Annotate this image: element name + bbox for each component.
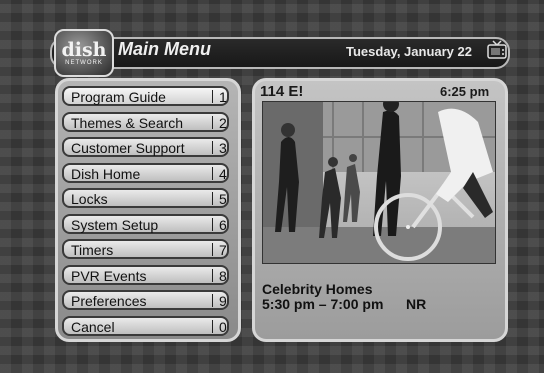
menu-item-divider [212,243,213,256]
logo-text: dish [61,38,107,61]
show-time: 5:30 pm – 7:00 pm [262,296,384,312]
menu-item-customer-support[interactable]: Customer Support 3 [62,137,229,157]
menu-item-preferences[interactable]: Preferences 9 [62,290,229,310]
menu-item-number: 8 [219,268,227,284]
menu-item-label: Dish Home [71,166,141,182]
menu-item-timers[interactable]: Timers 7 [62,239,229,259]
channel-label: 114 E! [260,83,304,100]
logo-subtext: NETWORK [65,59,103,66]
menu-item-divider [212,141,213,154]
current-time: 6:25 pm [440,84,490,99]
menu-item-divider [212,192,213,205]
show-title: Celebrity Homes [262,281,373,297]
menu-item-label: Customer Support [71,140,185,156]
menu-item-divider [212,218,213,231]
menu-item-number: 4 [219,166,227,182]
tv-icon [487,40,507,59]
menu-item-locks[interactable]: Locks 5 [62,188,229,208]
menu-item-number: 6 [219,217,227,233]
menu-item-number: 1 [219,89,227,105]
menu-item-label: Themes & Search [71,115,184,131]
menu-item-label: Cancel [71,319,115,335]
menu-item-number: 7 [219,242,227,258]
menu-item-divider [212,90,213,103]
menu-item-divider [212,320,213,333]
menu-item-themes-search[interactable]: Themes & Search 2 [62,112,229,132]
menu-item-number: 9 [219,293,227,309]
menu-item-number: 2 [219,115,227,131]
menu-item-label: Locks [71,191,108,207]
show-rating: NR [406,296,427,312]
dish-network-logo: dish NETWORK [54,29,114,77]
menu-item-label: Program Guide [71,89,166,105]
page-title: Main Menu [118,39,211,59]
menu-item-label: Preferences [71,293,147,309]
video-preview[interactable] [262,101,496,264]
date-display: Tuesday, January 22 [346,44,472,59]
menu-item-divider [212,116,213,129]
menu-item-pvr-events[interactable]: PVR Events 8 [62,265,229,285]
video-frame-image [263,102,495,263]
menu-item-number: 5 [219,191,227,207]
menu-item-system-setup[interactable]: System Setup 6 [62,214,229,234]
menu-item-program-guide[interactable]: Program Guide 1 [62,86,229,106]
menu-item-divider [212,269,213,282]
menu-item-cancel[interactable]: Cancel 0 [62,316,229,336]
menu-item-number: 0 [219,319,227,335]
menu-item-label: PVR Events [71,268,147,284]
menu-item-label: Timers [71,242,114,258]
menu-item-divider [212,294,213,307]
menu-item-dish-home[interactable]: Dish Home 4 [62,163,229,183]
menu-item-number: 3 [219,140,227,156]
menu-item-divider [212,167,213,180]
menu-item-label: System Setup [71,217,159,233]
